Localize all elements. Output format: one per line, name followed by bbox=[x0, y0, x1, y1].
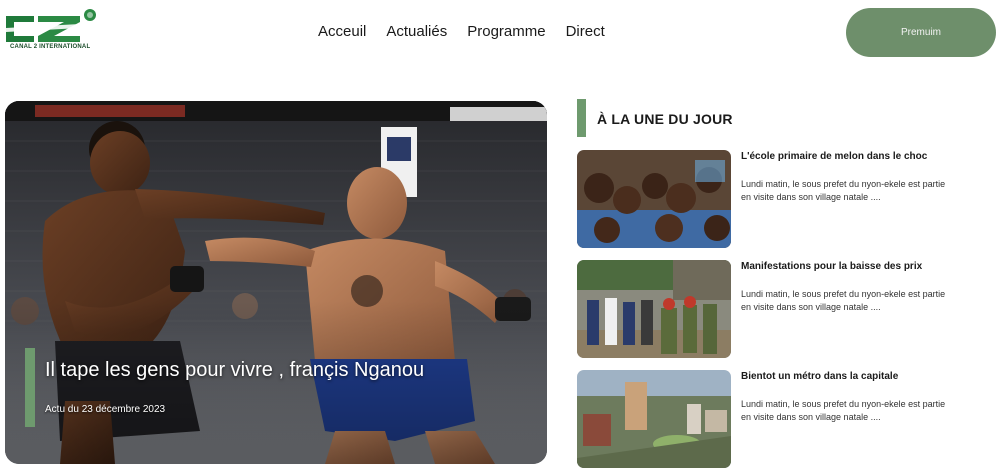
article-headline[interactable]: Bientot un métro dans la capitale bbox=[741, 371, 898, 382]
nav-item-direct[interactable]: Direct bbox=[566, 22, 605, 42]
article-card[interactable]: Bientot un métro dans la capitale Lundi … bbox=[577, 370, 997, 468]
hero-date: Actu du 23 décembre 2023 bbox=[45, 404, 166, 415]
article-headline[interactable]: Manifestations pour la baisse des prix bbox=[741, 261, 922, 272]
article-excerpt: Lundi matin, le sous prefet du nyon-ekel… bbox=[741, 289, 946, 312]
article-excerpt: Lundi matin, le sous prefet du nyon-ekel… bbox=[741, 179, 946, 202]
hero-article[interactable]: Il tape les gens pour vivre , françis Ng… bbox=[5, 101, 547, 464]
section-title: À LA UNE DU JOUR bbox=[597, 111, 733, 127]
article-excerpt: Lundi matin, le sous prefet du nyon-ekel… bbox=[741, 399, 946, 422]
article-headline[interactable]: L'école primaire de melon dans le choc bbox=[741, 151, 927, 162]
article-thumbnail[interactable] bbox=[577, 260, 731, 358]
hero-title[interactable]: Il tape les gens pour vivre , françis Ng… bbox=[45, 359, 424, 382]
nav-item-programme[interactable]: Programme bbox=[467, 22, 545, 42]
article-card[interactable]: L'école primaire de melon dans le choc L… bbox=[577, 150, 997, 248]
article-image bbox=[577, 150, 731, 248]
main-nav: Acceuil Actualiés Programme Direct bbox=[318, 22, 605, 42]
premium-button[interactable]: Premuim bbox=[846, 8, 996, 57]
logo-caption: CANAL 2 INTERNATIONAL bbox=[10, 44, 91, 50]
article-image bbox=[577, 370, 731, 468]
article-image bbox=[577, 260, 731, 358]
article-thumbnail[interactable] bbox=[577, 150, 731, 248]
nav-item-actualites[interactable]: Actualiés bbox=[386, 22, 447, 42]
article-card[interactable]: Manifestations pour la baisse des prix L… bbox=[577, 260, 997, 358]
article-thumbnail[interactable] bbox=[577, 370, 731, 468]
section-accent-bar bbox=[577, 99, 586, 137]
nav-item-accueil[interactable]: Acceuil bbox=[318, 22, 366, 42]
hero-accent-bar bbox=[25, 348, 35, 427]
